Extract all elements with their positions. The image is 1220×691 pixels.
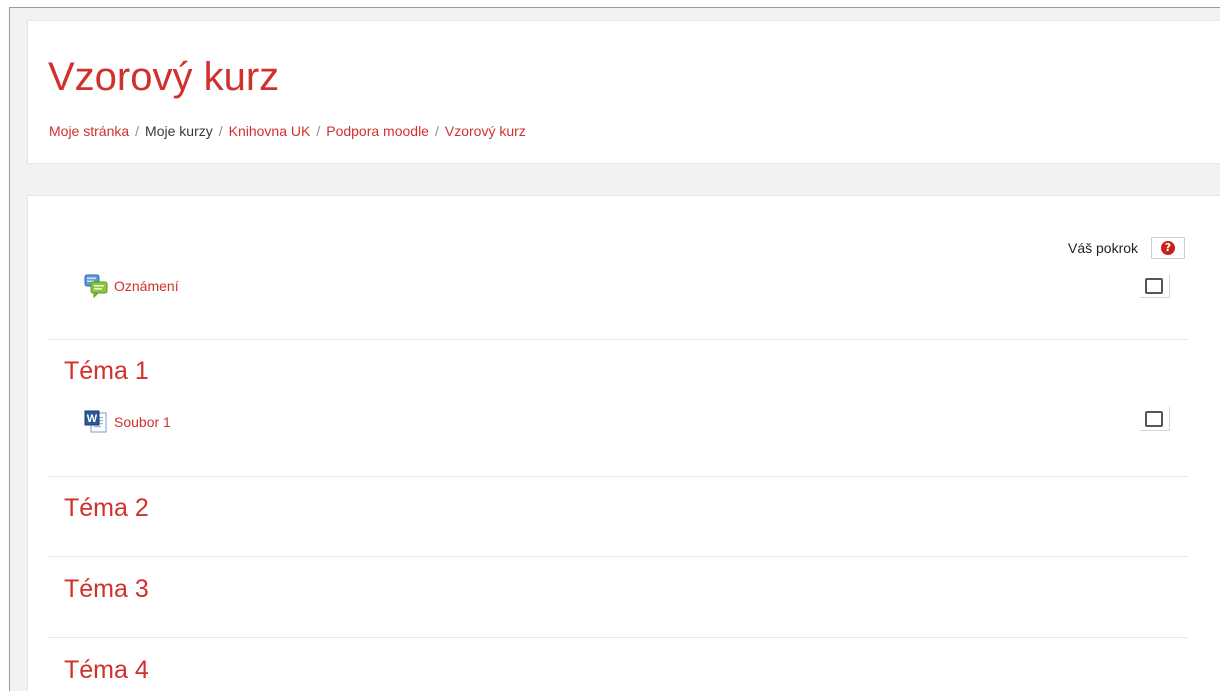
section-divider bbox=[48, 476, 1188, 477]
activity-link[interactable]: Oznámení bbox=[114, 278, 179, 294]
breadcrumb-separator: / bbox=[218, 123, 223, 139]
svg-text:W: W bbox=[87, 413, 98, 425]
activity-link[interactable]: Soubor 1 bbox=[114, 414, 171, 430]
page-header: Vzorový kurz Moje stránka / Moje kurzy / Kni… bbox=[27, 20, 1220, 164]
breadcrumb-item-my-page[interactable]: Moje stránka bbox=[49, 123, 129, 139]
completion-checkbox[interactable] bbox=[1145, 411, 1163, 427]
breadcrumb: Moje stránka / Moje kurzy / Knihovna UK / Podp… bbox=[49, 122, 526, 140]
breadcrumb-item-category[interactable]: Knihovna UK bbox=[229, 123, 311, 139]
course-content: Váš pokrok ? Oznámení Téma 1 W Soubor 1 … bbox=[27, 195, 1220, 691]
section-title[interactable]: Téma 2 bbox=[64, 493, 149, 523]
page-title: Vzorový kurz bbox=[48, 55, 280, 99]
section-divider bbox=[48, 556, 1188, 557]
completion-box bbox=[1140, 407, 1170, 431]
breadcrumb-item-course[interactable]: Vzorový kurz bbox=[445, 123, 526, 139]
progress-help-button[interactable]: ? bbox=[1151, 237, 1185, 259]
completion-box bbox=[1140, 274, 1170, 298]
word-document-icon: W bbox=[84, 410, 108, 434]
section-title[interactable]: Téma 1 bbox=[64, 356, 149, 386]
activity-forum: Oznámení bbox=[84, 272, 179, 300]
forum-icon bbox=[84, 274, 108, 299]
breadcrumb-separator: / bbox=[434, 123, 439, 139]
completion-checkbox[interactable] bbox=[1145, 278, 1163, 294]
browser-viewport: Vzorový kurz Moje stránka / Moje kurzy / Kni… bbox=[9, 7, 1220, 691]
section-divider bbox=[48, 339, 1188, 340]
activity-file: W Soubor 1 bbox=[84, 408, 171, 436]
section-title[interactable]: Téma 4 bbox=[64, 655, 149, 685]
section-title[interactable]: Téma 3 bbox=[64, 574, 149, 604]
progress-label: Váš pokrok bbox=[1068, 240, 1139, 256]
help-icon: ? bbox=[1161, 241, 1175, 255]
breadcrumb-item-subcategory[interactable]: Podpora moodle bbox=[326, 123, 429, 139]
section-divider bbox=[48, 637, 1188, 638]
breadcrumb-separator: / bbox=[316, 123, 321, 139]
breadcrumb-separator: / bbox=[135, 123, 140, 139]
breadcrumb-item-my-courses: Moje kurzy bbox=[145, 123, 213, 139]
